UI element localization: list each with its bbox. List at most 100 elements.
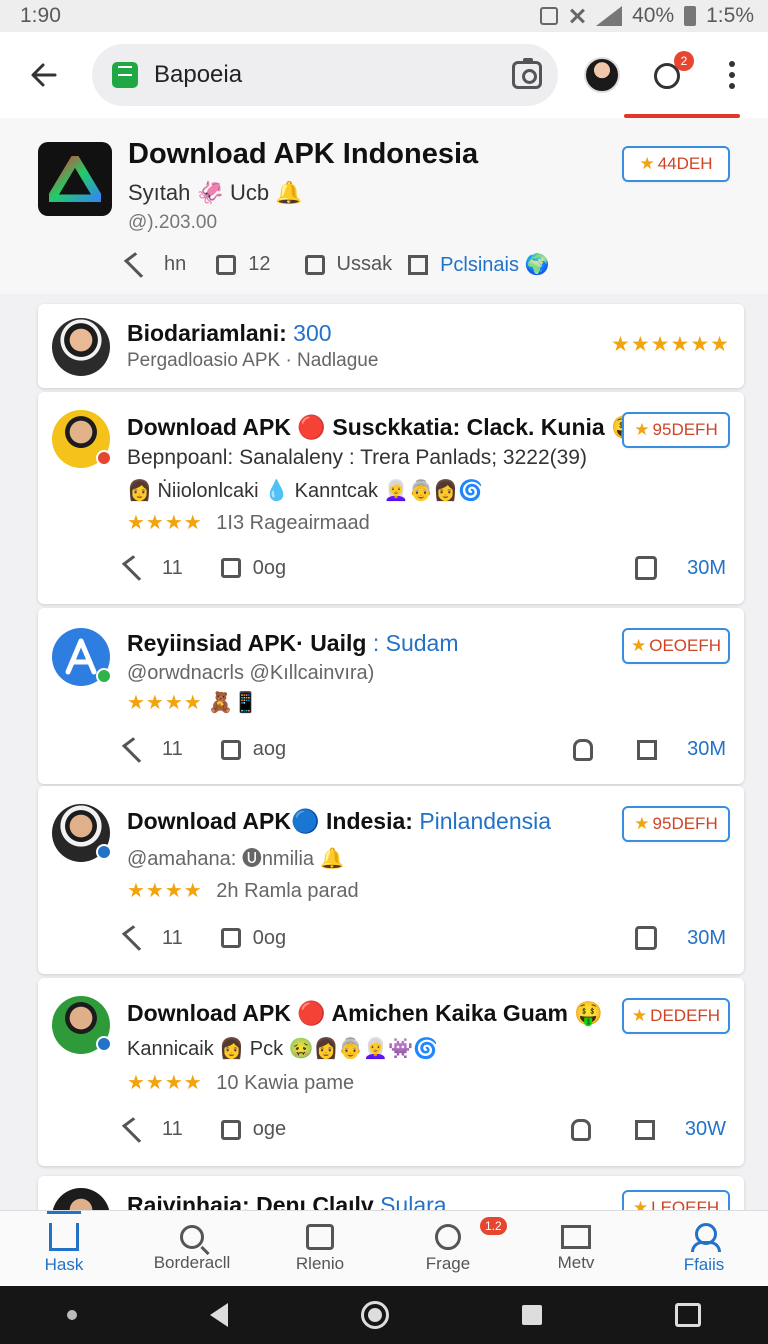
reply-count: 11 bbox=[162, 926, 183, 949]
app-title: Download APK Indonesia bbox=[128, 138, 479, 170]
share-label: aog bbox=[252, 738, 287, 760]
app-header: Download APK Indonesia Syıtah 🦑 Ucb 🔔 @)… bbox=[0, 118, 768, 294]
reply-icon[interactable] bbox=[123, 251, 153, 278]
compare-icon[interactable] bbox=[408, 254, 429, 275]
post-title[interactable]: Download APK 🔴 Amichen Kaika Guam 🤑 bbox=[127, 1000, 603, 1027]
share-icon[interactable] bbox=[220, 739, 241, 760]
screenshot-icon bbox=[540, 7, 559, 25]
notification-badge: 2 bbox=[674, 51, 694, 71]
avatar bbox=[52, 804, 112, 862]
reply-count: 11 bbox=[162, 738, 183, 760]
signal-icon bbox=[596, 6, 623, 26]
reply-icon[interactable] bbox=[121, 555, 151, 581]
camera-icon[interactable] bbox=[512, 58, 542, 89]
rating-pill[interactable]: ★ 44DEH bbox=[622, 146, 730, 182]
mail-icon bbox=[561, 1224, 591, 1249]
nav-profile[interactable]: Ffaiis bbox=[640, 1211, 768, 1286]
back-button[interactable] bbox=[16, 47, 72, 103]
nav-messages[interactable]: Metv bbox=[512, 1211, 640, 1286]
notifications-button[interactable]: 2 bbox=[652, 51, 694, 91]
post-title[interactable]: Reyiinsiad APK· Uailg : Sudam bbox=[127, 630, 458, 657]
nav-search[interactable]: Borderacll bbox=[128, 1211, 256, 1286]
arrow-left-icon bbox=[31, 63, 57, 87]
share-icon[interactable] bbox=[220, 928, 241, 948]
summary-description: Pergadloasio APK · Nadlague bbox=[127, 350, 379, 371]
battery-percent: 40% bbox=[632, 4, 675, 27]
post-rating: ★★★★ 🧸📱 bbox=[127, 692, 259, 714]
rating-pill[interactable]: ★ 95DEFH bbox=[622, 806, 730, 842]
rating-pill[interactable]: ★ OEOEFH bbox=[622, 628, 730, 664]
rating-pill[interactable]: ★ DEDEFH bbox=[622, 998, 730, 1034]
user-icon bbox=[691, 1222, 721, 1252]
share-icon[interactable] bbox=[220, 558, 241, 578]
address-bar[interactable]: Bapoeia bbox=[92, 44, 558, 106]
reply-icon[interactable] bbox=[121, 925, 151, 951]
status-clock: 1:5% bbox=[706, 4, 754, 27]
post-title[interactable]: Download APK🔵 Indesia: Pinlandensia bbox=[127, 808, 551, 835]
post-handle: @amahana: 🅤nmilia 🔔 bbox=[127, 848, 345, 870]
like-icon[interactable] bbox=[635, 556, 658, 580]
like-count: 30M bbox=[687, 926, 726, 949]
share-icon[interactable] bbox=[220, 1119, 241, 1140]
like-count: 30M bbox=[687, 556, 726, 579]
activity-icon bbox=[435, 1223, 461, 1250]
share-icon[interactable] bbox=[216, 254, 237, 275]
post-tags: Kannicaik 👩 Pck 🤢👩👵👩‍🦳👾🌀 bbox=[127, 1038, 439, 1060]
status-time: 1:90 bbox=[20, 4, 61, 27]
system-back-button[interactable] bbox=[209, 1303, 228, 1327]
bookmark-icon[interactable] bbox=[637, 739, 658, 760]
site-icon bbox=[112, 62, 138, 88]
like-count: 30W bbox=[684, 1118, 726, 1140]
share-label: oge bbox=[252, 1118, 287, 1140]
profile-avatar[interactable] bbox=[584, 57, 620, 93]
post-card[interactable]: Download APK 🔴 Susckkatia: Clack. Kunia … bbox=[38, 392, 744, 604]
app-subtitle: Syıtah 🦑 Ucb 🔔 bbox=[128, 180, 303, 205]
summary-card[interactable]: Biodariamlani: 300 Pergadloasio APK · Na… bbox=[38, 304, 744, 388]
react-icon[interactable] bbox=[570, 1118, 591, 1141]
post-rating: ★★★★ 10 Kawia pame bbox=[127, 1072, 355, 1094]
reply-icon[interactable] bbox=[121, 1116, 151, 1143]
assistant-dot-icon bbox=[66, 1310, 77, 1320]
reply-count: 11 bbox=[162, 1118, 183, 1140]
post-card[interactable]: Download APK🔵 Indesia: Pinlandensia @ama… bbox=[38, 786, 744, 974]
like-count: 30M bbox=[687, 738, 726, 760]
app-action-label[interactable]: Ussak bbox=[337, 253, 393, 276]
share-label: 0og bbox=[252, 926, 287, 949]
react-icon[interactable] bbox=[573, 738, 594, 761]
url-text: Bapoeia bbox=[154, 61, 243, 88]
bottom-navigation: Hask Borderacll Rlenio Frage 1.2 Metv Ffa… bbox=[0, 1210, 768, 1286]
app-action-link[interactable]: Pclsinais 🌍 bbox=[440, 252, 549, 277]
triangle-logo-icon bbox=[49, 156, 101, 202]
system-recents-button[interactable] bbox=[522, 1305, 543, 1325]
battery-icon bbox=[684, 6, 697, 26]
reply-icon[interactable] bbox=[121, 736, 151, 763]
post-card[interactable]: Download APK 🔴 Amichen Kaika Guam 🤑 Kann… bbox=[38, 978, 744, 1166]
rating-pill[interactable]: ★ 95DEFH bbox=[622, 412, 730, 448]
mute-icon bbox=[568, 7, 586, 25]
post-handle: @orwdnacrls @Kıllcainvıra) bbox=[127, 662, 375, 684]
like-icon[interactable] bbox=[635, 926, 658, 950]
bookmark-icon[interactable] bbox=[634, 1119, 655, 1140]
home-icon bbox=[47, 1210, 81, 1251]
nav-home[interactable]: Hask bbox=[0, 1210, 128, 1286]
post-rating: ★★★★ 2h Ramla parad bbox=[127, 880, 359, 902]
app-actions: hn 12 Ussak Pclsinais 🌍 bbox=[123, 251, 549, 278]
post-actions: 11 0og 30M bbox=[121, 555, 726, 581]
app-action-label[interactable]: 12 bbox=[248, 253, 270, 276]
search-icon bbox=[180, 1224, 204, 1249]
save-icon[interactable] bbox=[304, 254, 325, 275]
app-version: @).203.00 bbox=[128, 212, 218, 233]
post-actions: 11 0og 30M bbox=[121, 925, 726, 951]
post-tags: 👩 Ṅiiolonlcaki 💧 Kanntcak 👩‍🦳👵👩🌀 bbox=[127, 480, 484, 502]
top-app-bar: Bapoeia 2 bbox=[0, 32, 768, 118]
more-options-button[interactable] bbox=[728, 61, 736, 89]
nav-activity[interactable]: Frage 1.2 bbox=[384, 1211, 512, 1286]
share-label: 0og bbox=[252, 556, 287, 579]
post-title[interactable]: Download APK 🔴 Susckkatia: Clack. Kunia … bbox=[127, 414, 640, 441]
app-action-label[interactable]: hn bbox=[164, 253, 186, 276]
post-card[interactable]: Reyiinsiad APK· Uailg : Sudam @orwdnacrl… bbox=[38, 608, 744, 784]
nav-badge: 1.2 bbox=[480, 1217, 507, 1235]
system-home-button[interactable] bbox=[360, 1301, 389, 1329]
screen-record-icon[interactable] bbox=[675, 1303, 702, 1327]
nav-library[interactable]: Rlenio bbox=[256, 1211, 384, 1286]
